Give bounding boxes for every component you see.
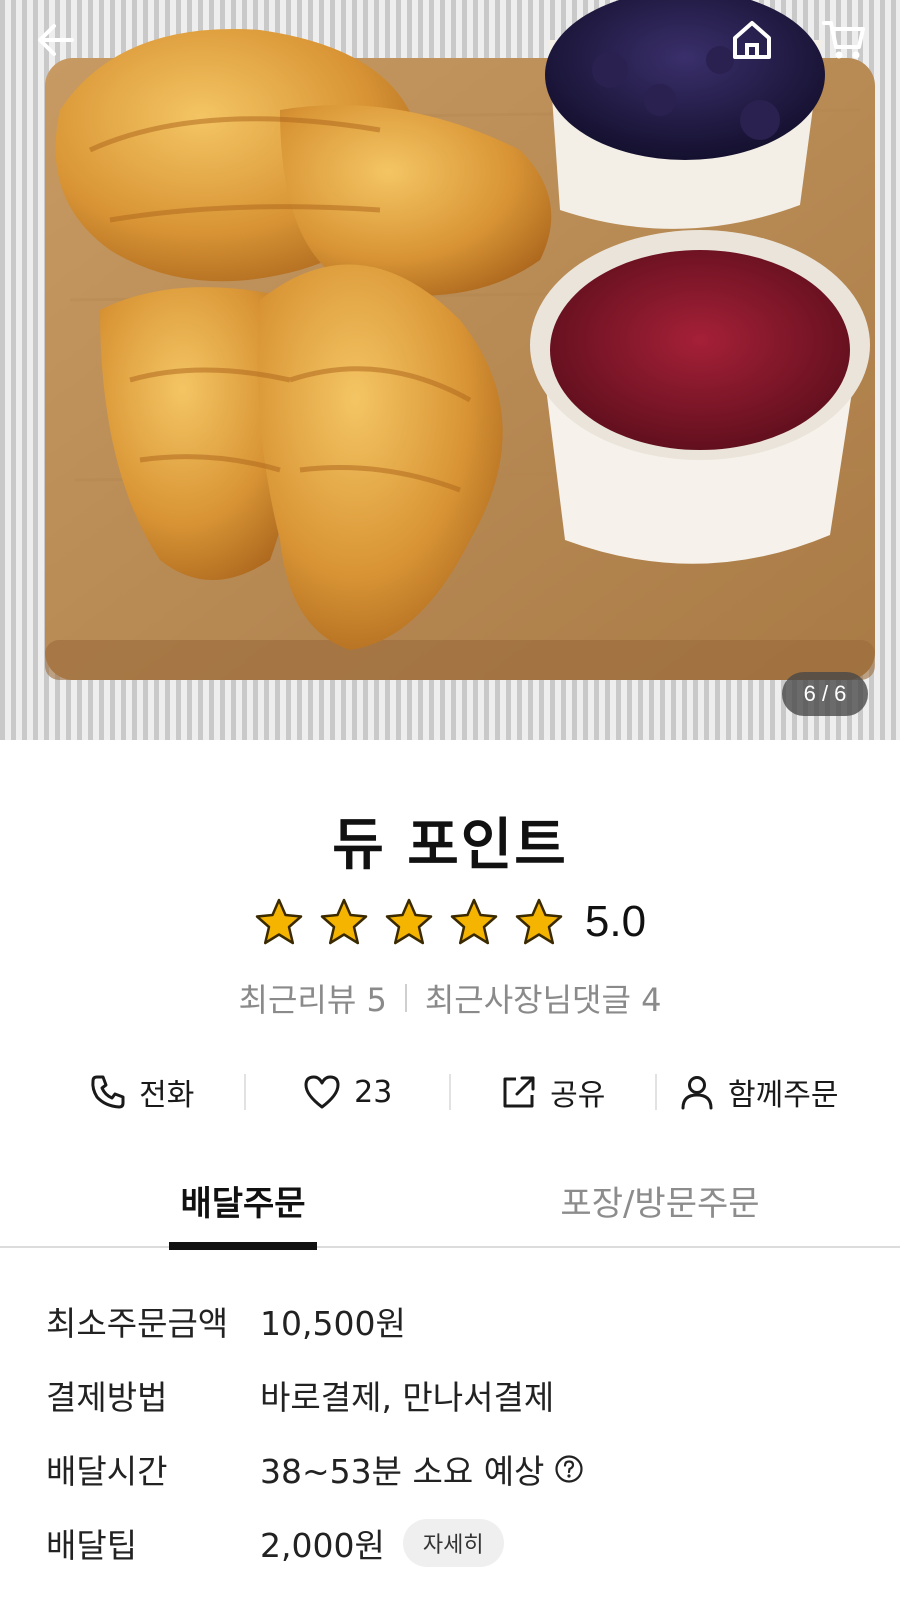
call-label: 전화 xyxy=(139,1078,195,1113)
min-order-value: 10,500원 xyxy=(260,1304,406,1343)
phone-icon xyxy=(91,1075,125,1109)
recent-reviews-link[interactable]: 최근리뷰 5 xyxy=(239,975,387,1021)
recent-owner-replies-link[interactable]: 최근사장님댓글 4 xyxy=(425,975,662,1021)
like-count: 23 xyxy=(354,1074,393,1110)
heart-icon xyxy=(304,1075,340,1109)
delivery-tip-label: 배달팁 xyxy=(46,1526,138,1565)
payment-value: 바로결제, 만나서결제 xyxy=(260,1378,555,1417)
cart-icon xyxy=(822,21,865,59)
tab-pickup-order[interactable]: 포장/방문주문 xyxy=(520,1160,800,1248)
delivery-tip-value-wrap: 2,000원 자세히 xyxy=(260,1519,504,1567)
delivery-tip-value: 2,000원 xyxy=(260,1526,385,1565)
tip-detail-button[interactable]: 자세히 xyxy=(402,1519,504,1567)
delivery-time-value: 38~53분 소요 예상 xyxy=(260,1452,545,1491)
action-bar: 전화 23 공유 함께주문 xyxy=(40,1060,860,1124)
min-order-label: 최소주문금액 xyxy=(46,1304,229,1343)
rating-row[interactable]: 5.0 xyxy=(0,892,900,952)
home-button[interactable] xyxy=(720,8,784,72)
star-icon xyxy=(255,898,303,945)
back-button[interactable] xyxy=(24,8,88,72)
store-name: 듀 포인트 xyxy=(332,813,568,878)
share-label: 공유 xyxy=(550,1078,606,1113)
cart-button[interactable] xyxy=(812,8,876,72)
call-button[interactable]: 전화 xyxy=(40,1070,244,1114)
star-icon xyxy=(450,898,498,945)
share-icon xyxy=(503,1076,535,1108)
divider xyxy=(404,984,407,1012)
delivery-time-label: 배달시간 xyxy=(46,1452,168,1491)
gallery-page-indicator: 6 / 6 xyxy=(782,672,868,716)
store-photo-gallery[interactable]: 6 / 6 xyxy=(0,0,900,740)
arrow-left-icon xyxy=(38,24,74,56)
person-icon xyxy=(681,1076,713,1110)
payment-label: 결제방법 xyxy=(46,1378,168,1417)
like-button[interactable]: 23 xyxy=(246,1073,450,1111)
star-rating xyxy=(254,897,579,947)
home-icon xyxy=(733,21,771,59)
star-icon xyxy=(515,898,563,945)
star-icon xyxy=(320,898,368,945)
review-summary: 최근리뷰 5 최근사장님댓글 4 xyxy=(0,975,900,1021)
share-button[interactable]: 공유 xyxy=(451,1070,655,1114)
tab-delivery-order[interactable]: 배달주문 xyxy=(169,1160,317,1250)
rating-value: 5.0 xyxy=(584,897,647,946)
order-type-tabs: 배달주문 포장/방문주문 xyxy=(0,1160,900,1250)
group-order-button[interactable]: 함께주문 xyxy=(657,1070,861,1114)
food-photo xyxy=(45,0,875,680)
star-icon xyxy=(385,898,433,945)
delivery-time-value-wrap: 38~53분 소요 예상 xyxy=(260,1445,584,1493)
question-icon[interactable] xyxy=(554,1454,584,1484)
group-order-label: 함께주문 xyxy=(728,1078,839,1113)
